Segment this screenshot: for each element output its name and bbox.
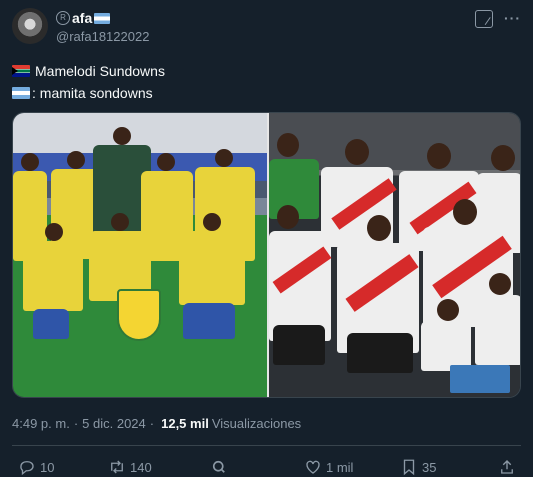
- repost-count: 140: [130, 459, 152, 475]
- river-plate-team-photo[interactable]: [269, 113, 520, 397]
- divider: [12, 445, 521, 446]
- reply-icon: [20, 461, 34, 476]
- tweet-date[interactable]: 5 dic. 2024: [82, 416, 146, 431]
- bookmark-icon: [403, 459, 415, 476]
- like-button[interactable]: 1 mil: [304, 458, 353, 476]
- like-count: 1 mil: [326, 459, 354, 475]
- tournament-badge: [450, 365, 510, 393]
- tweet-header: R afa @rafa18122022 ···: [12, 8, 521, 48]
- more-options-icon[interactable]: ···: [504, 10, 521, 26]
- grok-button[interactable]: [210, 458, 232, 476]
- views-label: Visualizaciones: [211, 416, 302, 431]
- heart-icon: [306, 460, 320, 474]
- tweet-meta: 4:49 p. m. · 5 dic. 2024 · 12,5 mil Visu…: [12, 416, 301, 431]
- tweet-text: Mamelodi Sundowns : mamita sondowns: [12, 60, 165, 104]
- tweet-time[interactable]: 4:49 p. m.: [12, 416, 70, 431]
- display-name[interactable]: afa: [72, 10, 92, 26]
- tweet-line-1: Mamelodi Sundowns: [12, 60, 165, 82]
- bookmark-button[interactable]: 35: [400, 458, 436, 476]
- tweet-line-2: : mamita sondowns: [12, 82, 165, 104]
- club-crest: [117, 289, 161, 341]
- share-icon: [501, 460, 513, 474]
- tweet-line-1-text: Mamelodi Sundowns: [35, 63, 165, 79]
- grok-icon: [212, 460, 225, 473]
- meta-separator: ·: [149, 416, 155, 431]
- author-names: R afa @rafa18122022: [56, 9, 149, 44]
- sundowns-team-photo[interactable]: [13, 113, 267, 397]
- tweet-media[interactable]: [12, 112, 521, 398]
- argentina-flag-icon: [94, 12, 111, 24]
- share-button[interactable]: [498, 458, 520, 476]
- meta-separator: ·: [73, 416, 79, 431]
- handle[interactable]: @rafa18122022: [56, 29, 149, 44]
- repost-button[interactable]: 140: [108, 458, 152, 476]
- bookmark-count: 35: [422, 459, 437, 475]
- tweet-line-2-text: : mamita sondowns: [32, 85, 153, 101]
- display-name-row[interactable]: R afa: [56, 9, 149, 27]
- action-bar: 10 140 1 mil 35: [12, 458, 521, 476]
- reply-button[interactable]: 10: [18, 458, 54, 476]
- grok-icon[interactable]: [475, 10, 493, 28]
- views-count: 12,5 mil: [161, 416, 209, 431]
- avatar[interactable]: [12, 8, 48, 44]
- reply-count: 10: [40, 459, 55, 475]
- repost-icon: [111, 460, 123, 474]
- argentina-flag-icon: [12, 87, 30, 99]
- south-africa-flag-icon: [12, 65, 30, 77]
- r-circle-icon: R: [56, 11, 70, 25]
